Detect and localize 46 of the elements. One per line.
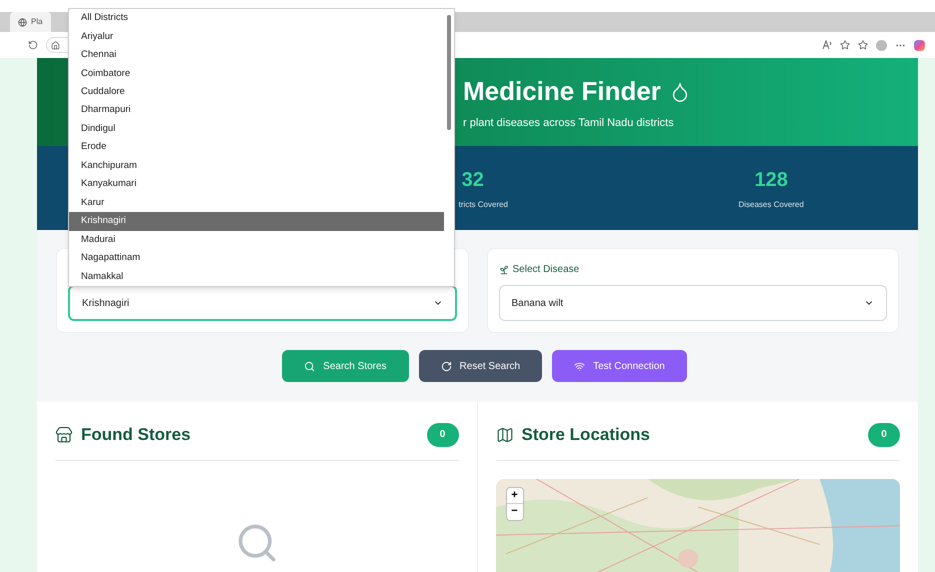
map-view[interactable]: + −: [496, 478, 900, 572]
field-label: Select Disease: [512, 263, 580, 277]
dropdown-option[interactable]: Chennai: [69, 46, 444, 64]
map-icon: [496, 426, 514, 444]
dropdown-option[interactable]: Kanchipuram: [69, 156, 444, 176]
disease-select[interactable]: Banana wilt: [498, 285, 887, 321]
dropdown-option[interactable]: Madurai: [69, 230, 444, 250]
dropdown-option[interactable]: Krishnagiri: [69, 212, 444, 231]
sprout-icon: [498, 264, 508, 274]
zoom-out-button[interactable]: −: [506, 504, 522, 520]
stat-value: 128: [754, 168, 788, 193]
reset-icon: [440, 360, 452, 372]
reload-icon[interactable]: [28, 40, 38, 50]
stat-label: Diseases Covered: [738, 199, 804, 211]
count-badge: 0: [868, 422, 900, 447]
dropdown-option[interactable]: Cuddalore: [69, 82, 444, 102]
app-title: Medicine Finder: [463, 75, 661, 108]
app-subtitle: r plant diseases across Tamil Nadu districts: [463, 116, 675, 132]
read-aloud-icon[interactable]: [822, 40, 832, 50]
home-icon: [51, 40, 60, 50]
count-badge: 0: [426, 422, 458, 447]
search-icon: [304, 360, 316, 372]
dropdown-option[interactable]: Nagapattinam: [69, 249, 444, 268]
browser-tab[interactable]: Pla: [10, 12, 51, 32]
globe-icon: [18, 18, 27, 26]
stat-value: 32: [462, 168, 484, 193]
dropdown-option[interactable]: Kanyakumari: [69, 175, 444, 194]
store-icon: [55, 426, 73, 444]
dropdown-option[interactable]: Erode: [69, 138, 444, 157]
dropdown-option[interactable]: Ariyalur: [69, 27, 444, 46]
panel-title: Store Locations: [522, 424, 650, 446]
dropdown-option[interactable]: Dindigul: [69, 120, 444, 138]
action-button[interactable]: Test Connection: [552, 350, 687, 382]
panel-title: Found Stores: [81, 424, 191, 446]
dropdown-option[interactable]: Coimbatore: [69, 64, 444, 83]
dropdown-option[interactable]: Dharmapuri: [69, 101, 444, 120]
action-button[interactable]: Reset Search: [418, 350, 542, 382]
star-icon[interactable]: [840, 40, 850, 50]
scrollbar-thumb[interactable]: [447, 15, 451, 130]
favorites-icon[interactable]: [858, 40, 868, 50]
dropdown-option[interactable]: All Districts: [69, 9, 444, 28]
dropdown-option[interactable]: Karur: [69, 194, 444, 212]
dropdown-option[interactable]: Namakkal: [69, 268, 444, 286]
stat-label: tricts Covered: [458, 199, 508, 211]
zoom-in-button[interactable]: +: [506, 488, 522, 504]
wifi-icon: [574, 360, 586, 372]
